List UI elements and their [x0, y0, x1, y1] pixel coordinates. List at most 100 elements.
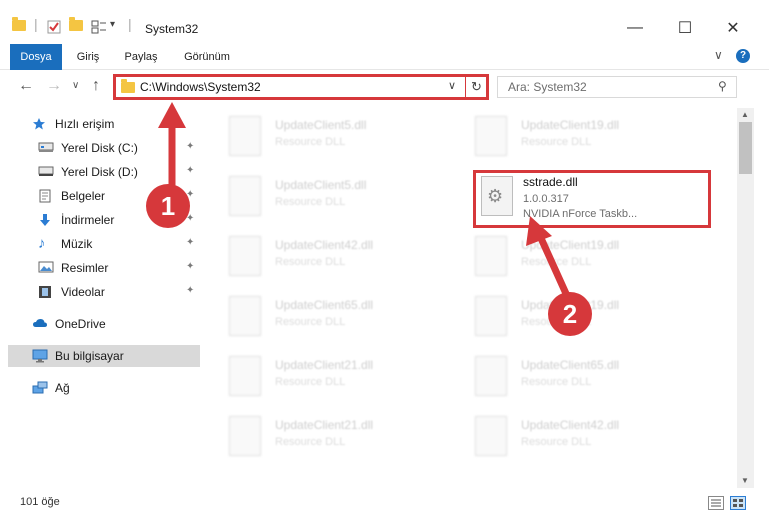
file-item[interactable]: UpdateClient21.dll Resource DLL	[229, 416, 459, 468]
download-icon	[38, 213, 54, 227]
maximize-button[interactable]: ☐	[670, 18, 700, 38]
dll-file-icon	[229, 116, 261, 156]
star-icon	[32, 117, 48, 131]
dll-file-icon	[229, 296, 261, 336]
up-arrow-icon[interactable]: ↑	[92, 77, 100, 95]
tab-view[interactable]: Görünüm	[176, 44, 238, 70]
sidebar-item-label: Yerel Disk (D:)	[61, 165, 138, 179]
recent-locations-icon[interactable]: ∨	[72, 80, 79, 91]
navigation-pane: Hızlı erişim Yerel Disk (C:) ✦ Yerel Dis…	[0, 108, 205, 488]
sidebar-item-label: Videolar	[61, 285, 105, 299]
dll-file-icon	[475, 296, 507, 336]
sidebar-item-label: Hızlı erişim	[55, 117, 115, 131]
file-item[interactable]: UpdateClient65.dll Resource DLL	[475, 356, 705, 408]
pin-icon[interactable]: ✦	[186, 261, 194, 272]
minimize-button[interactable]: —	[620, 18, 650, 38]
scrollbar-thumb[interactable]	[739, 122, 752, 174]
details-view-icon[interactable]	[708, 496, 724, 510]
item-count: 101 öğe	[20, 496, 60, 508]
file-item[interactable]: UpdateClient19.dll Resource DLL	[475, 116, 705, 168]
window-title: System32	[145, 22, 199, 36]
file-description: Resource DLL	[275, 316, 346, 328]
videos-icon	[38, 285, 54, 299]
scroll-up-icon[interactable]: ▲	[741, 110, 749, 119]
sidebar-item-label: Belgeler	[61, 189, 106, 203]
file-item[interactable]: UpdateClient42.dll Resource DLL	[229, 236, 459, 288]
address-path[interactable]: C:\Windows\System32	[140, 80, 261, 94]
close-button[interactable]: ✕	[718, 18, 748, 38]
search-placeholder[interactable]: Ara: System32	[508, 80, 587, 94]
sidebar-item-this-pc[interactable]: Bu bilgisayar	[8, 345, 200, 367]
file-item[interactable]: UpdateClient5.dll Resource DLL	[229, 176, 459, 228]
refresh-icon[interactable]: ↻	[465, 77, 487, 97]
file-name: sstrade.dll	[523, 175, 578, 189]
sidebar-item-onedrive[interactable]: OneDrive	[32, 313, 200, 335]
address-dropdown-icon[interactable]: ∨	[448, 79, 456, 92]
file-version: 1.0.0.317	[523, 193, 569, 205]
pin-icon[interactable]: ✦	[186, 165, 194, 176]
back-arrow-icon[interactable]: ←	[18, 77, 34, 95]
pin-icon[interactable]: ✦	[186, 141, 194, 152]
sidebar-item-label: Bu bilgisayar	[55, 349, 124, 363]
file-item[interactable]: UpdateClient5.dll Resource DLL	[229, 116, 459, 168]
file-name: UpdateClient42.dll	[275, 238, 374, 252]
vertical-scrollbar[interactable]: ▲ ▼	[737, 108, 754, 488]
address-bar[interactable]: C:\Windows\System32 ∨ ↻	[113, 74, 489, 100]
status-bar: 101 öğe	[0, 490, 769, 523]
file-name: UpdateClient5.dll	[275, 178, 367, 192]
new-folder-icon[interactable]	[69, 17, 83, 31]
file-description: Resource DLL	[275, 136, 346, 148]
file-list: UpdateClient5.dll Resource DLL UpdateCli…	[205, 108, 737, 488]
computer-icon	[32, 349, 48, 363]
tab-file[interactable]: Dosya	[10, 44, 62, 70]
sidebar-item-quick-access[interactable]: Hızlı erişim	[32, 113, 232, 135]
step-1-badge: 1	[146, 184, 190, 228]
file-item[interactable]: UpdateClient21.dll Resource DLL	[229, 356, 459, 408]
dll-file-icon	[475, 416, 507, 456]
quick-access-folder-icon[interactable]	[12, 17, 26, 31]
file-name: UpdateClient19.dll	[521, 118, 620, 132]
file-description: NVIDIA nForce Taskb...	[523, 208, 638, 220]
file-description: Resource DLL	[275, 436, 346, 448]
file-name: UpdateClient21.dll	[275, 418, 374, 432]
sidebar-item-music[interactable]: ♪ Müzik ✦	[38, 233, 200, 255]
help-button[interactable]: ?	[736, 49, 750, 63]
tab-home[interactable]: Giriş	[66, 44, 110, 70]
view-options-icon[interactable]	[91, 20, 107, 34]
file-name: UpdateClient21.dll	[275, 358, 374, 372]
music-icon: ♪	[38, 235, 46, 252]
sidebar-item-disk-c[interactable]: Yerel Disk (C:) ✦	[38, 137, 200, 159]
tab-share[interactable]: Paylaş	[115, 44, 167, 70]
ribbon-expand-icon[interactable]: ∨	[714, 48, 723, 62]
sidebar-item-label: Resimler	[61, 261, 109, 275]
sidebar-item-disk-d[interactable]: Yerel Disk (D:) ✦	[38, 161, 200, 183]
search-box[interactable]: Ara: System32 ⚲	[497, 76, 737, 98]
title-bar: | ▾ | System32 — ☐ ✕	[0, 0, 769, 44]
file-item[interactable]: UpdateClient42.dll Resource DLL	[475, 416, 705, 468]
pin-icon[interactable]: ✦	[186, 237, 194, 248]
dll-file-icon	[475, 116, 507, 156]
qa-dropdown-icon[interactable]: ▾	[110, 19, 115, 30]
properties-icon[interactable]	[47, 20, 61, 34]
file-item[interactable]: UpdateClient19.dll Resource DLL	[475, 236, 705, 288]
pin-icon[interactable]: ✦	[186, 285, 194, 296]
file-item[interactable]: UpdateClient65.dll Resource DLL	[229, 296, 459, 348]
qa-separator: |	[34, 16, 38, 32]
dll-file-icon	[229, 176, 261, 216]
sidebar-item-label: Ağ	[55, 381, 70, 395]
dll-file-icon	[229, 236, 261, 276]
file-name: UpdateClient65.dll	[521, 358, 620, 372]
forward-arrow-icon[interactable]: →	[46, 77, 62, 95]
scroll-down-icon[interactable]: ▼	[741, 476, 749, 485]
highlighted-file-item[interactable]: ⚙ sstrade.dll 1.0.0.317 NVIDIA nForce Ta…	[473, 170, 711, 228]
step-2-badge: 2	[548, 292, 592, 336]
sidebar-item-pictures[interactable]: Resimler ✦	[38, 257, 200, 279]
search-icon[interactable]: ⚲	[718, 79, 727, 93]
sidebar-item-network[interactable]: Ağ	[32, 377, 200, 399]
dll-file-icon	[475, 356, 507, 396]
file-description: Resource DLL	[275, 256, 346, 268]
dll-file-icon	[229, 416, 261, 456]
file-description: Resource DLL	[521, 256, 592, 268]
sidebar-item-videos[interactable]: Videolar ✦	[38, 281, 200, 303]
tiles-view-icon[interactable]	[730, 496, 746, 510]
